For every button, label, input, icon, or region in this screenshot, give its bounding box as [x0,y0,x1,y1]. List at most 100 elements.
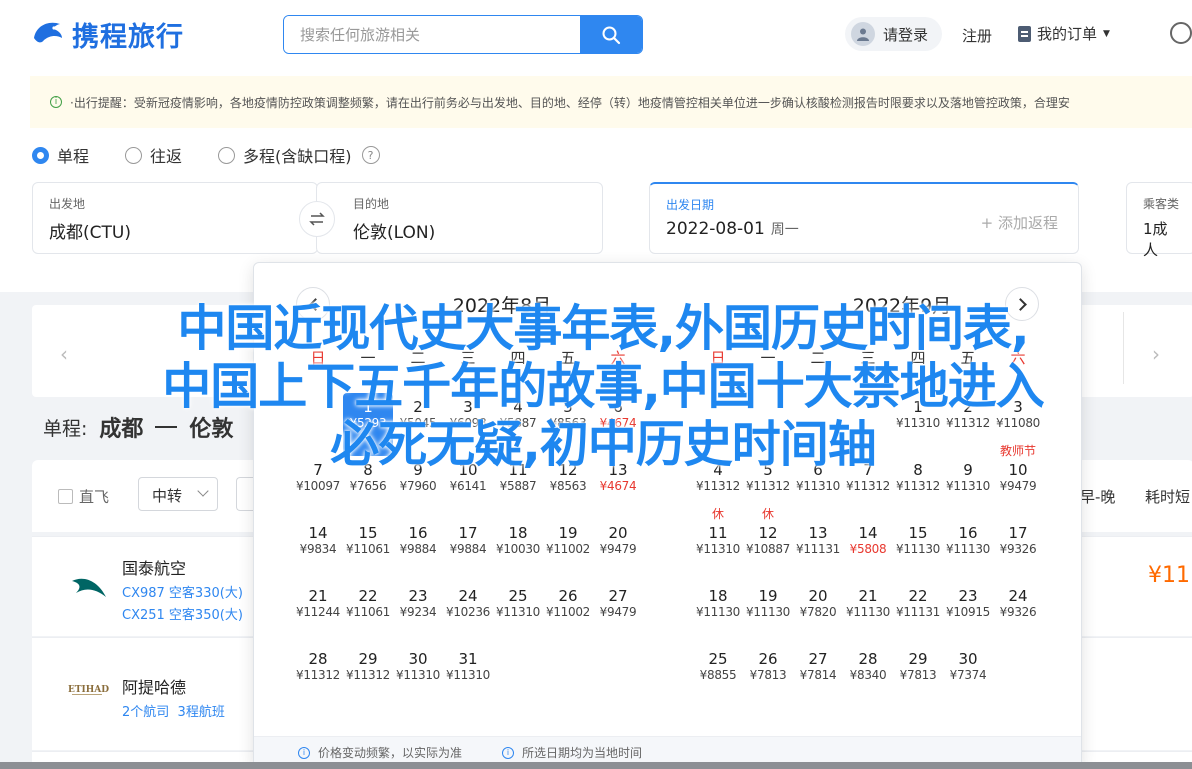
day-price: ¥10030 [495,542,540,556]
flight-number[interactable]: CX251 空客350(大) [122,604,243,623]
direct-only-checkbox[interactable]: 直飞 [58,486,109,507]
day-price: ¥10887 [745,542,790,556]
calendar-day[interactable]: 31 ¥11310 [443,645,493,708]
day-number: 26 [558,587,578,605]
my-orders-menu[interactable]: 我的订单 ▼ [1018,23,1110,44]
transfer-filter-dropdown[interactable]: 中转 [138,477,218,511]
calendar-day[interactable]: 17 ¥9326 [993,519,1043,582]
calendar-day[interactable]: 29 ¥7813 [893,645,943,708]
calendar-day[interactable]: 24 ¥10236 [443,582,493,645]
radio-label: 单程 [57,147,90,166]
day-price: ¥7656 [349,479,387,493]
calendar-day[interactable]: 28 ¥8340 [843,645,893,708]
orders-label: 我的订单 [1037,25,1098,43]
day-number: 23 [958,587,978,605]
day-price: ¥8340 [849,668,887,682]
ctrip-logo[interactable]: 携程旅行 [30,14,184,54]
airline-count[interactable]: 2个航司 3程航班 [122,701,225,720]
flight-price: ¥11 [1148,563,1190,588]
calendar-day[interactable]: 20 ¥7820 [793,582,843,645]
calendar-day[interactable]: 17 ¥9884 [443,519,493,582]
search-button[interactable] [580,16,642,53]
dolphin-icon [34,22,62,43]
add-return-button[interactable]: + 添加返程 [981,212,1058,233]
calendar-day[interactable]: 23 ¥10915 [943,582,993,645]
radio-one-way[interactable]: 单程 [32,143,89,167]
day-price: ¥9326 [999,542,1037,556]
calendar-day[interactable]: 20 ¥9479 [593,519,643,582]
day-number: 26 [758,650,778,668]
calendar-day[interactable]: 18 ¥11130 [693,582,743,645]
calendar-day[interactable]: 14 ¥5808 [843,519,893,582]
field-value: 1成人 [1143,220,1168,259]
calendar-day[interactable]: 14 ¥9834 [293,519,343,582]
headset-icon[interactable] [1170,22,1192,44]
passenger-field[interactable]: 乘客类 1成人 [1126,182,1192,259]
field-label: 乘客类 [1143,197,1180,211]
calendar-day[interactable]: 24 ¥9326 [993,582,1043,645]
calendar-day[interactable]: 休 12 ¥10887 [743,507,793,582]
login-label: 请登录 [883,25,929,44]
calendar-day[interactable]: 休 11 ¥11310 [693,507,743,582]
calendar-day[interactable]: 16 ¥9884 [393,519,443,582]
calendar-day[interactable]: 26 ¥7813 [743,645,793,708]
calendar-day[interactable]: 28 ¥11312 [293,645,343,708]
day-number: 19 [758,587,778,605]
day-number: 22 [908,587,928,605]
calendar-day[interactable]: 25 ¥8855 [693,645,743,708]
day-price: ¥6141 [449,479,487,493]
calendar-day[interactable]: 22 ¥11061 [343,582,393,645]
day-price: ¥8563 [549,479,587,493]
sort-early-late[interactable]: 早-晚 [1080,486,1115,507]
calendar-day[interactable]: 15 ¥11061 [343,519,393,582]
footer-note-text: 价格变动频繁，以实际为准 [318,746,463,760]
calendar-day[interactable]: 16 ¥11130 [943,519,993,582]
calendar-day[interactable]: 13 ¥11131 [793,519,843,582]
calendar-day[interactable]: 18 ¥10030 [493,519,543,582]
swap-cities-button[interactable] [299,201,335,237]
day-number: 27 [808,650,828,668]
departure-date-field[interactable]: 出发日期 2022-08-01 周一 + 添加返程 [649,182,1079,254]
bottom-scrollbar[interactable] [0,762,1192,769]
headline-line: 必死无疑,初中历史时间轴 [330,416,877,473]
holiday-tag: 休 [761,507,774,521]
search-input[interactable] [284,16,580,53]
calendar-day[interactable]: 27 ¥9479 [593,582,643,645]
calendar-day[interactable]: 19 ¥11002 [543,519,593,582]
calendar-day[interactable]: 21 ¥11130 [843,582,893,645]
calendar-day[interactable]: 29 ¥11312 [343,645,393,708]
calendar-day[interactable]: 26 ¥11002 [543,582,593,645]
field-value: 伦敦(LON) [353,223,436,243]
calendar-day[interactable]: 30 ¥11310 [393,645,443,708]
radio-round-trip[interactable]: 往返 [125,143,182,167]
swap-arrows-icon [309,212,325,226]
departure-city-field[interactable]: 出发地 成都(CTU) [32,182,318,254]
day-number: 27 [608,587,628,605]
calendar-day[interactable]: 27 ¥7814 [793,645,843,708]
day-price: ¥11130 [945,542,990,556]
day-number: 21 [308,587,328,605]
calendar-day[interactable]: 19 ¥11130 [743,582,793,645]
day-price: ¥9326 [999,605,1037,619]
calendar-day[interactable]: 22 ¥11131 [893,582,943,645]
day-price: ¥11130 [895,542,940,556]
register-link[interactable]: 注册 [962,25,992,46]
day-price: ¥9479 [599,542,637,556]
day-price: ¥11244 [295,605,340,619]
radio-multi-city[interactable]: 多程(含缺口程) [218,143,352,167]
calendar-day[interactable]: 21 ¥11244 [293,582,343,645]
day-price: ¥11310 [795,479,840,493]
flight-number[interactable]: CX987 空客330(大) [122,582,243,601]
help-icon[interactable]: ? [361,146,380,164]
calendar-day[interactable]: 30 ¥7374 [943,645,993,708]
calendar-day[interactable]: 15 ¥11130 [893,519,943,582]
login-button[interactable]: 请登录 [845,17,943,51]
checkbox-label: 直飞 [79,488,110,506]
search-icon [602,26,621,44]
calendar-day[interactable]: 23 ¥9234 [393,582,443,645]
sort-duration[interactable]: 耗时短 [1145,486,1190,507]
day-number: 24 [458,587,478,605]
calendar-day[interactable]: 25 ¥11310 [493,582,543,645]
arrival-city-field[interactable]: 目的地 伦敦(LON) [316,182,603,254]
day-number: 14 [308,524,328,542]
